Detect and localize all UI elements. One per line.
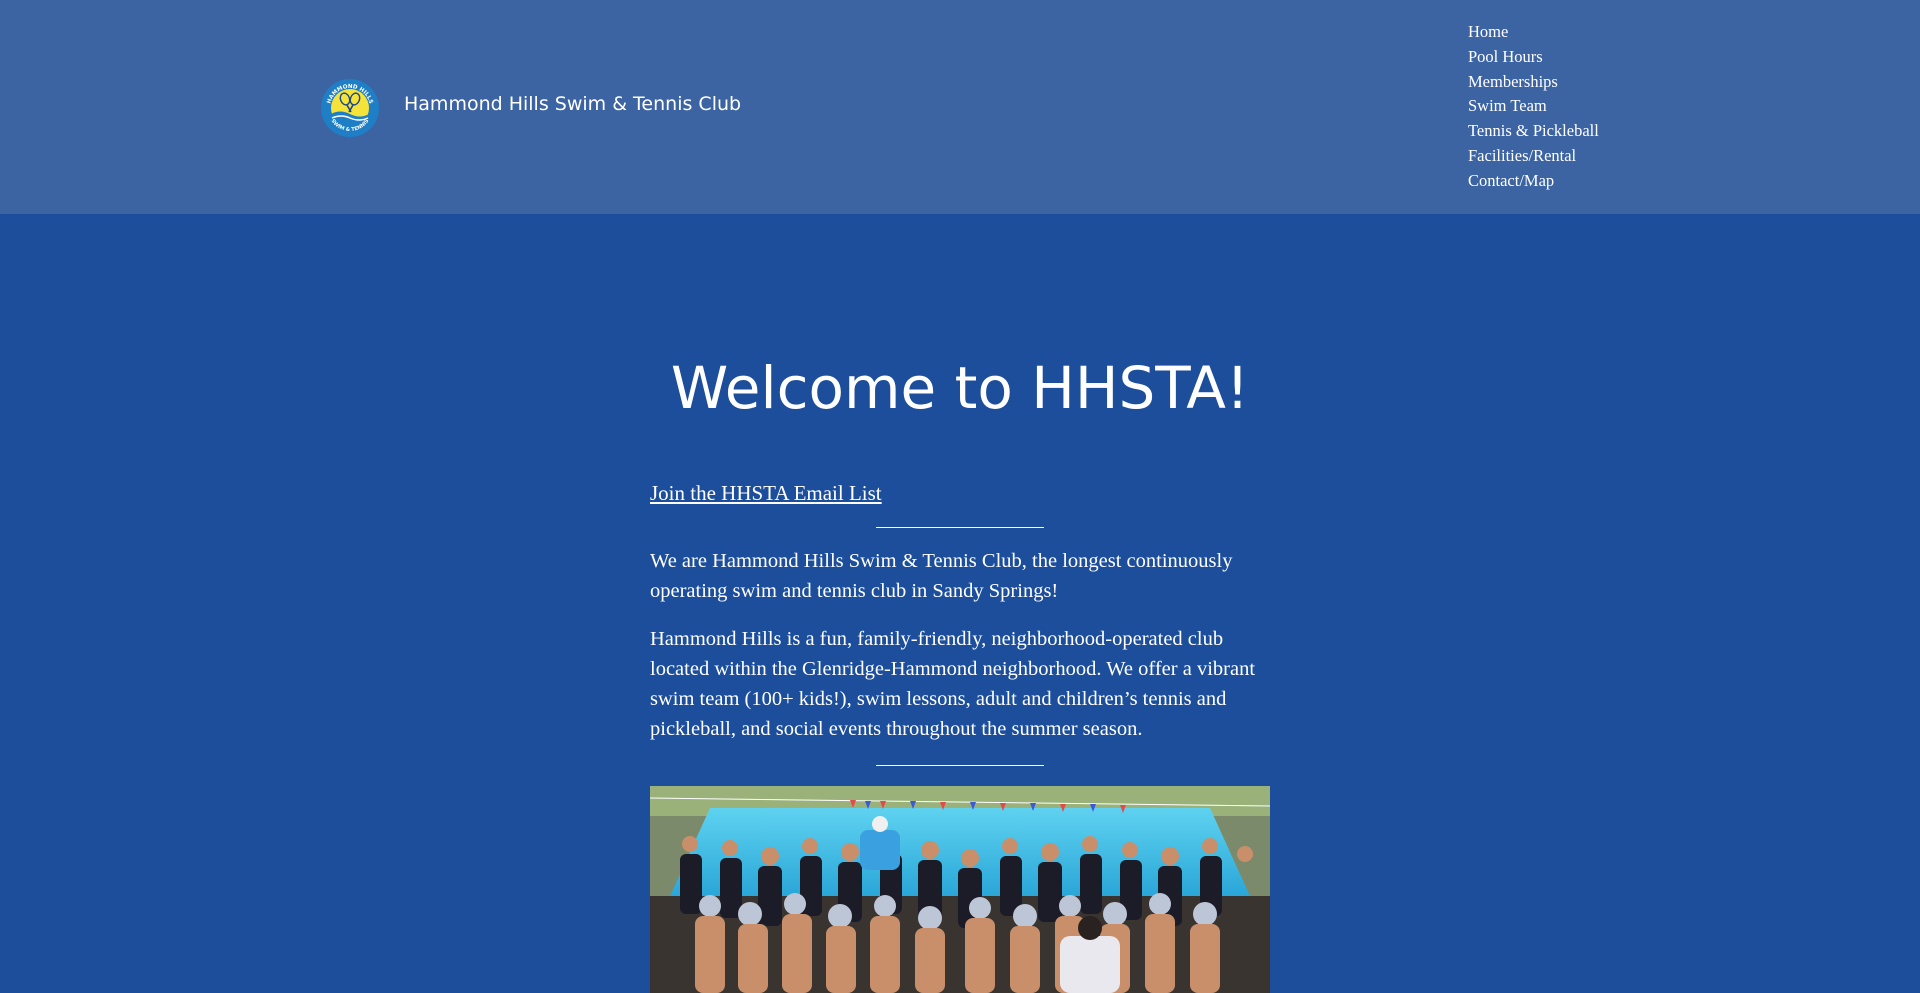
nav-item-memberships[interactable]: Memberships bbox=[1468, 70, 1688, 95]
page: HAMMOND HILLS SWIM & TENNIS Hammond Hill… bbox=[0, 0, 1920, 993]
description-paragraph: Hammond Hills is a fun, family-friendly,… bbox=[650, 628, 1256, 740]
divider-bottom bbox=[876, 765, 1044, 766]
main-nav: Home Pool Hours Memberships Swim Team Te… bbox=[1468, 20, 1688, 194]
page-title: Welcome to HHSTA! bbox=[670, 354, 1250, 422]
nav-item-pool-hours[interactable]: Pool Hours bbox=[1468, 45, 1688, 70]
divider-top bbox=[876, 527, 1044, 528]
logo-graphic: HAMMOND HILLS SWIM & TENNIS bbox=[321, 79, 379, 137]
intro-paragraph: We are Hammond Hills Swim & Tennis Club,… bbox=[650, 550, 1233, 602]
club-logo-icon[interactable]: HAMMOND HILLS SWIM & TENNIS bbox=[320, 78, 380, 138]
nav-item-swim-team[interactable]: Swim Team bbox=[1468, 94, 1688, 119]
nav-item-contact-map[interactable]: Contact/Map bbox=[1468, 169, 1688, 194]
nav-item-tennis-pickleball[interactable]: Tennis & Pickleball bbox=[1468, 119, 1688, 144]
site-title[interactable]: Hammond Hills Swim & Tennis Club bbox=[404, 93, 741, 115]
email-list-link[interactable]: Join the HHSTA Email List bbox=[650, 480, 882, 506]
swim-team-photo-graphic bbox=[650, 786, 1270, 993]
swim-team-photo bbox=[650, 786, 1270, 993]
nav-item-home[interactable]: Home bbox=[1468, 20, 1688, 45]
site-header: HAMMOND HILLS SWIM & TENNIS Hammond Hill… bbox=[0, 0, 1920, 214]
nav-item-facilities-rental[interactable]: Facilities/Rental bbox=[1468, 144, 1688, 169]
